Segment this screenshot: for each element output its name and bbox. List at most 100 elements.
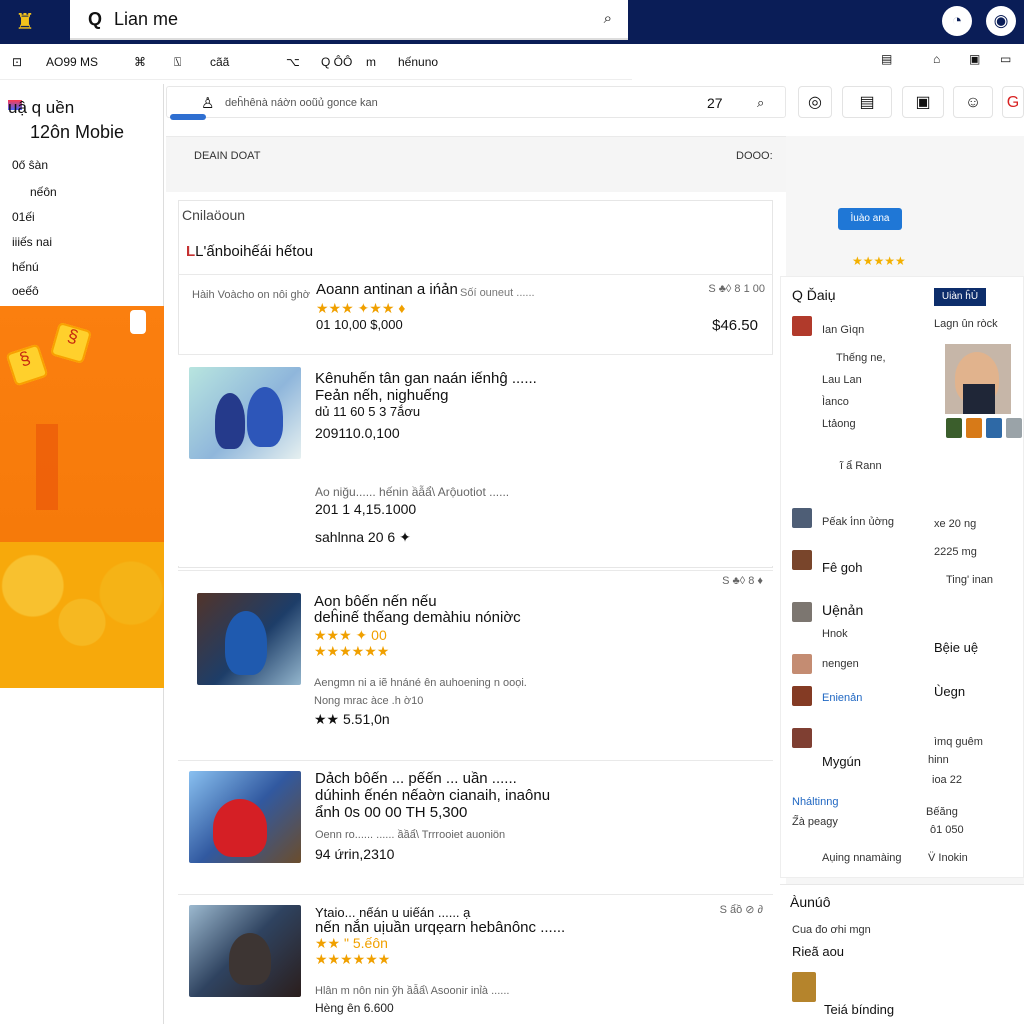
nav-item-m[interactable]: m	[366, 55, 376, 69]
product-row-4[interactable]: Ytaio... nếán u uiếán ...... ạ nến nắn u…	[178, 894, 773, 1024]
sidebar-item-2-label: nếôn	[30, 185, 57, 199]
tool-icon-2[interactable]: ▤	[842, 86, 892, 118]
footer-image	[792, 972, 816, 1002]
details-subtitle: Lagn ûn ròck	[934, 318, 998, 330]
profile-photo[interactable]	[945, 344, 1011, 414]
product-number-3: 94 ứrin,2310	[315, 846, 395, 862]
right-side-value-2: 2225 mg	[934, 546, 977, 558]
rating-stars: ★★★★★	[852, 254, 906, 268]
sidebar-item-1[interactable]: 0ő ŝàn	[12, 158, 48, 172]
main-search-box[interactable]: ♙ deĥhênà náờn ooũủ gonce kan 27 ⌕	[166, 86, 786, 118]
footer-subtitle: Rieã aou	[792, 944, 845, 959]
primary-action-button[interactable]: Ìuào ana	[838, 208, 902, 230]
right-side-value-7: hinn	[928, 754, 949, 766]
sidebar-item-3-label: 01ếi	[12, 210, 35, 224]
product-line4-3: Oenn ro...... ...... ầầẩ\ Trrrooiet auon…	[315, 829, 506, 841]
product-row-3[interactable]: Dảch bôến ... pếến ... uần ...... dúhinh…	[178, 760, 773, 892]
sidebar-item-5[interactable]: hếnú	[12, 260, 39, 274]
secondary-nav: ⊡ AO99 MS ⌘ ⍂ cãã ⌥ Q ÔÔ m hếnuno	[0, 44, 632, 80]
thumbnail-strip[interactable]	[946, 418, 1024, 440]
right-row-3: Lau Lan	[822, 374, 862, 386]
nav-item-home[interactable]: ⊡	[12, 55, 22, 69]
product-line3-1: dủ 11 60 5 3 7ắơu	[315, 404, 421, 419]
row-image-4	[792, 602, 812, 622]
product-number-1: 209110.0,100	[315, 425, 400, 441]
right-row-5: Ltảong	[822, 418, 856, 430]
nav-icon-panel[interactable]: ▣	[969, 52, 980, 66]
right-side-value-9: Bếăng	[926, 806, 958, 818]
product-image-3[interactable]	[189, 771, 301, 863]
row-image-5	[792, 654, 812, 674]
card-number: 01 10,00 $,000	[316, 317, 403, 332]
nav-item-option[interactable]: ⌥	[286, 55, 300, 69]
selection-indicator	[170, 114, 206, 120]
main-search-placeholder: deĥhênà náờn ooũủ gonce kan	[225, 97, 378, 109]
product-row-2[interactable]: Aon bôến nến nếu deĥinế thếang demàhiu n…	[178, 570, 773, 746]
nav-icon-window[interactable]: ▭	[1000, 52, 1011, 66]
product-stars2-2: ★★★★★★	[314, 643, 390, 659]
featured-card[interactable]: Hàih Voàcho on nôi ghờ Aoann antinan a i…	[178, 274, 773, 354]
product-image-2[interactable]	[197, 593, 301, 685]
nav-item-filter[interactable]: ⍂	[174, 55, 181, 70]
right-side-value-10: ô1 050	[930, 824, 964, 836]
footer-bottom: Teiá bínding	[824, 1002, 895, 1017]
settings-icon[interactable]: ◉	[986, 6, 1016, 36]
tool-icon-3[interactable]: ▣	[902, 86, 944, 118]
right-row-14: Nháltinng	[792, 796, 839, 808]
product-image-4[interactable]	[189, 905, 301, 997]
app-logo[interactable]: ♜	[8, 6, 42, 38]
nav-item-q[interactable]: Q ÔÔ	[321, 55, 352, 69]
right-side-value-4: Bệie uệ	[934, 640, 979, 655]
main-search-icon[interactable]: ⌕	[757, 95, 764, 111]
right-row-12: Enienản	[822, 692, 863, 704]
row-image-3	[792, 550, 812, 570]
product-line2-2: deĥinế thếang demàhiu nóniờc	[314, 609, 521, 626]
results-header-right: DOOO:	[736, 150, 773, 162]
card-label: Hàih Voàcho on nôi ghờ	[192, 289, 310, 301]
nav-icon-list[interactable]: ▤	[881, 52, 892, 66]
featured-subtitle: LL'ấnboihếái hếtou	[186, 243, 314, 260]
product-row-1[interactable]: Kênuhến tân gan naán iếnhĝ ...... Feản n…	[178, 354, 773, 879]
product-stars-2: ★★★ ✦ 00	[314, 627, 387, 643]
sidebar-item-2[interactable]: nếôn	[30, 185, 57, 199]
details-title: Q Ďaiụ	[792, 287, 836, 303]
right-row-4: Ìanco	[822, 396, 849, 408]
right-row-13: Mygún	[822, 754, 862, 769]
global-search[interactable]: Q Lian me ⌕	[70, 0, 628, 40]
nav-icon-home[interactable]: ⌂	[933, 52, 940, 66]
row-image-1	[792, 316, 812, 336]
product-stars2-4: ★★★★★★	[315, 951, 391, 967]
product-line2-3: dúhinh ếnén nếaờn cianaih, inaônu	[315, 787, 551, 804]
sidebar-item-1-label: 0ő ŝàn	[12, 158, 49, 172]
right-row-9: Uệnản	[822, 602, 864, 618]
product-image-1[interactable]	[189, 367, 301, 459]
right-row-2: Thếng ne,	[836, 352, 886, 364]
product-line2-1: Feản nếh, nighuếng	[315, 387, 449, 404]
footer-line: Cua đo ơhi mgn	[792, 924, 871, 936]
tool-icon-4[interactable]: ☺	[953, 86, 993, 118]
sidebar-item-3[interactable]: 01ếi	[12, 210, 35, 224]
card-tiny: S ♣◊ 8 1 00	[708, 283, 765, 295]
product-line3-2: Aengmn ni a iẽ hnáné ên auhoening n ooọi…	[314, 677, 527, 689]
nav-item-command[interactable]: ⌘	[134, 55, 146, 69]
promo-banner[interactable]: § §	[0, 306, 164, 688]
nav-item-henuno[interactable]: hếnuno	[398, 55, 438, 69]
product-line4-2: Nong mrac àce .h ờ10	[314, 695, 424, 707]
right-row-6: ĩ ẩ Rann	[840, 460, 882, 472]
tool-icon-1[interactable]: ◎	[798, 86, 832, 118]
profile-icon[interactable]: ◔	[942, 6, 972, 36]
right-row-8: Fê goh	[822, 560, 863, 575]
nav-item-ao99[interactable]: AO99 MS	[46, 55, 98, 69]
tool-icon-5[interactable]: G	[1002, 86, 1024, 118]
product-price-4: S ẩồ ⊘ ∂	[719, 904, 763, 916]
right-side-value-6: ìmq guêm	[934, 736, 983, 748]
sidebar-item-6[interactable]: oeếô	[12, 284, 39, 298]
search-icon[interactable]: ⌕	[604, 10, 612, 27]
nav-item-caa[interactable]: cãã	[210, 55, 229, 69]
sidebar-item-4[interactable]: iiiếs nai	[12, 235, 52, 249]
decor-pattern	[0, 542, 164, 688]
product-number2-1: 201 1 4,15.1000	[315, 501, 417, 517]
card-stars: ★★★ ✦★★ ♦	[316, 300, 406, 316]
featured-title: Cnilaöoun	[182, 207, 246, 223]
search-counter: 27	[707, 95, 723, 111]
